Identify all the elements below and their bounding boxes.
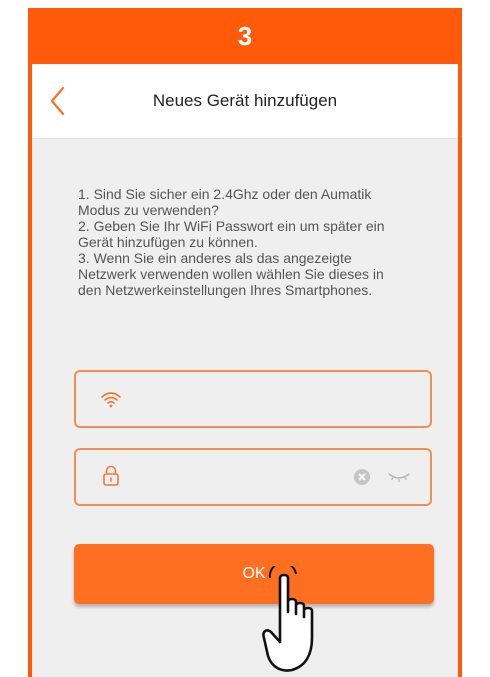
- instruction-line-2: 2. Geben Sie Ihr WiFi Passwort ein um sp…: [78, 218, 385, 250]
- instructions-text: 1. Sind Sie sicher ein 2.4Ghz oder den A…: [78, 186, 438, 298]
- wifi-name-input[interactable]: [134, 382, 358, 418]
- instruction-line-1: 1. Sind Sie sicher ein 2.4Ghz oder den A…: [78, 186, 372, 218]
- lock-icon: [103, 465, 119, 486]
- password-input[interactable]: [134, 460, 358, 496]
- screen: Neues Gerät hinzufügen 1. Sind Sie siche…: [32, 64, 458, 677]
- instruction-line-3: 3. Wenn Sie ein anderes als das angezeig…: [78, 250, 384, 298]
- clear-icon[interactable]: [352, 467, 372, 487]
- wifi-icon: [101, 392, 121, 408]
- chevron-left-icon[interactable]: [44, 84, 74, 118]
- step-number: 3: [237, 20, 253, 51]
- pointing-hand-icon: [262, 566, 314, 672]
- page-title: Neues Gerät hinzufügen: [152, 91, 338, 110]
- navigation-bar: Neues Gerät hinzufügen: [32, 64, 458, 139]
- phone-frame: 3 Neues Gerät hinzufügen 1. Sind Sie sic…: [28, 8, 462, 677]
- password-field[interactable]: [74, 448, 432, 506]
- eye-closed-icon[interactable]: [386, 468, 412, 486]
- wifi-name-field[interactable]: [74, 370, 432, 428]
